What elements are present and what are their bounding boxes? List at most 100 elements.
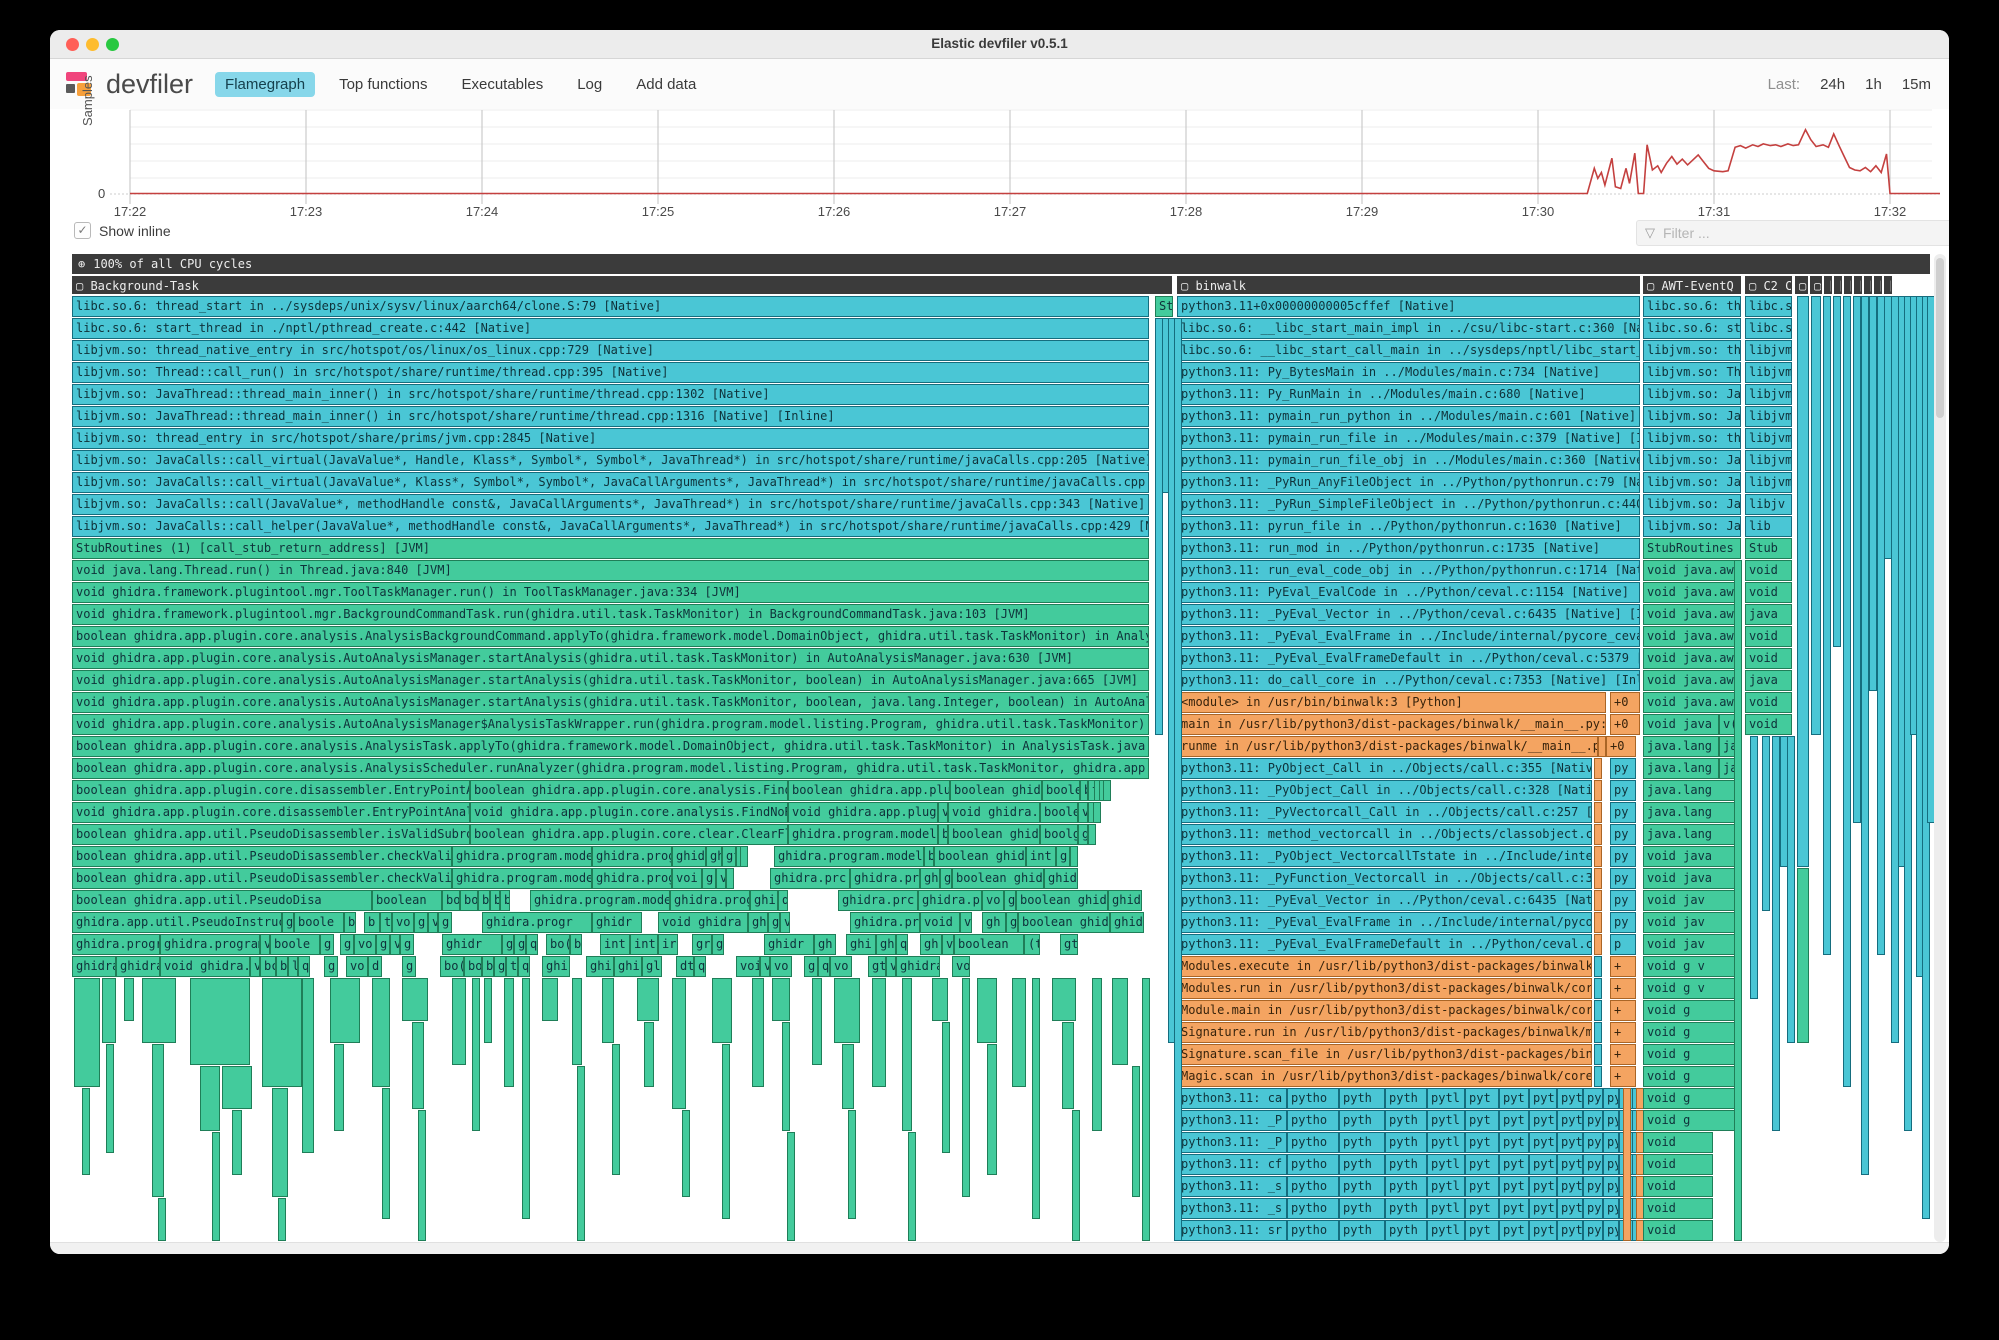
flame-frame[interactable]: pytho [1287, 1110, 1339, 1131]
flame-frame[interactable]: p [1610, 934, 1636, 955]
flame-frame[interactable]: ghi [614, 956, 642, 977]
flame-frame[interactable]: libjvm.so: thread_entry in src/hotspot/s… [72, 428, 1149, 449]
flame-frame[interactable]: libc.so.6: thread_start in ../sysdeps/un… [72, 296, 1149, 317]
flame-frame[interactable] [1843, 296, 1851, 1087]
flame-frame[interactable]: void [1745, 626, 1792, 647]
flame-frame[interactable]: py [1610, 890, 1636, 911]
flame-frame[interactable]: python3.11: run_eval_code_obj in ../Pyth… [1177, 560, 1640, 581]
flame-frame[interactable] [334, 1044, 344, 1131]
flame-frame[interactable]: py [1603, 1154, 1619, 1175]
flame-frame[interactable]: pyt [1529, 1198, 1557, 1219]
flame-frame[interactable]: boolean ghidr [934, 846, 1026, 867]
flame-frame[interactable]: lib [1745, 516, 1792, 537]
flame-frame[interactable] [1797, 868, 1809, 1043]
flame-frame[interactable]: py [1583, 1132, 1603, 1153]
flame-frame[interactable] [412, 1022, 424, 1109]
flame-frame[interactable] [330, 978, 360, 1043]
flame-frame[interactable]: v [942, 934, 954, 955]
flame-frame[interactable]: v [260, 934, 270, 955]
flame-frame[interactable] [472, 978, 480, 1131]
flame-frame[interactable] [418, 1110, 426, 1241]
flame-frame[interactable]: boole [294, 912, 344, 933]
flame-group-header[interactable]: [ [1854, 276, 1862, 294]
flame-frame[interactable] [1861, 296, 1869, 1175]
flame-frame[interactable]: g [324, 956, 338, 977]
flame-frame[interactable]: void [1745, 560, 1792, 581]
flame-frame[interactable] [1088, 824, 1096, 845]
flame-frame[interactable]: void ghidra.app.plugin.core.analysis.Aut… [72, 648, 1149, 669]
flame-frame[interactable] [752, 978, 764, 1087]
flame-frame[interactable]: pyth [1339, 1198, 1385, 1219]
flame-frame[interactable]: q [896, 934, 908, 955]
flame-frame[interactable] [1052, 978, 1076, 1021]
flame-frame[interactable]: ghidra.pr [850, 912, 920, 933]
flame-frame[interactable]: void [1643, 1198, 1713, 1219]
flame-frame[interactable]: void g [1643, 1110, 1741, 1131]
vertical-scrollbar[interactable] [1934, 254, 1946, 1242]
flame-frame[interactable]: void g v [1643, 978, 1741, 999]
flame-frame[interactable]: libjvm. [1745, 340, 1792, 361]
flame-frame[interactable]: ghidra.prog [592, 868, 672, 889]
flame-frame[interactable]: libjv [1745, 494, 1792, 515]
flame-frame[interactable]: gt [868, 956, 886, 977]
flame-frame[interactable]: ir [658, 934, 678, 955]
flame-frame[interactable]: py [1583, 1198, 1603, 1219]
flame-frame[interactable]: void jav [1643, 912, 1741, 933]
flame-frame[interactable] [1811, 296, 1821, 735]
flame-frame[interactable]: ghidr [592, 912, 642, 933]
flame-frame[interactable] [1594, 978, 1602, 999]
flame-frame[interactable]: libc.so.6: __libc_start_main_impl in ../… [1177, 318, 1640, 339]
flame-frame[interactable]: void ghidra.app.plugin.core.analysis.Aut… [72, 670, 1149, 691]
flame-frame[interactable]: pyth [1339, 1088, 1385, 1109]
flame-frame[interactable]: g [282, 912, 294, 933]
flame-frame[interactable]: pyt [1499, 1220, 1529, 1241]
flame-frame[interactable]: java.lang [1643, 736, 1719, 757]
flame-frame[interactable]: g [340, 934, 354, 955]
flame-frame[interactable]: python3.11: pymain_run_file_obj in ../Mo… [1177, 450, 1640, 471]
flame-frame[interactable]: boolean ghidra [950, 780, 1042, 801]
flame-frame[interactable] [190, 978, 250, 1065]
flame-frame[interactable]: v [428, 912, 438, 933]
flame-frame[interactable] [106, 1044, 114, 1153]
flame-frame[interactable]: pyt [1465, 1198, 1499, 1219]
flame-frame[interactable]: g [1056, 846, 1070, 867]
flame-frame[interactable]: pyt [1499, 1132, 1529, 1153]
flame-frame[interactable]: void ghidra.framework.plugintool.mgr.Bac… [72, 604, 1149, 625]
flame-frame[interactable] [542, 978, 558, 1021]
flame-frame[interactable]: int [1026, 846, 1056, 867]
flame-frame[interactable]: void java.awt [1643, 670, 1741, 691]
flame-frame[interactable]: ghidra.prc [838, 890, 918, 911]
flame-frame[interactable]: boolean ghidr [952, 868, 1044, 889]
flame-frame[interactable]: pyt [1557, 1198, 1583, 1219]
range-15m[interactable]: 15m [1902, 76, 1931, 93]
flame-frame[interactable] [158, 1198, 166, 1241]
flame-frame[interactable]: python3.11: _PyRun_AnyFileObject in ../P… [1177, 472, 1640, 493]
flame-frame[interactable] [278, 1198, 286, 1241]
flame-frame[interactable]: vo [770, 956, 792, 977]
flame-frame[interactable] [812, 978, 822, 1065]
flame-frame[interactable]: python3.11: method_vectorcall in ../Obje… [1177, 824, 1592, 845]
flame-frame[interactable]: boolean ghidra.app.util.PseudoDisassembl… [72, 868, 452, 889]
flame-frame[interactable] [1594, 1044, 1602, 1065]
flame-frame[interactable]: pyth [1385, 1176, 1427, 1197]
flame-frame[interactable]: ghidra.prog [670, 890, 750, 911]
flame-frame[interactable]: boolean [954, 934, 1024, 955]
flame-frame[interactable] [402, 978, 428, 1021]
tab-log[interactable]: Log [567, 72, 612, 97]
flame-frame[interactable]: libc.so.6: th [1643, 296, 1741, 317]
flame-frame[interactable]: libjvm.so: thread_native_entry in src/ho… [72, 340, 1149, 361]
flame-frame[interactable]: void g v [1643, 956, 1741, 977]
flame-frame[interactable]: b [276, 956, 288, 977]
flame-frame[interactable]: ghi [846, 934, 876, 955]
flame-frame[interactable]: Modules.run in /usr/lib/python3/dist-pac… [1177, 978, 1592, 999]
flame-frame[interactable]: ghidra.program.model.a [788, 824, 938, 845]
flame-frame[interactable]: g [502, 934, 514, 955]
flame-frame[interactable]: pyth [1339, 1176, 1385, 1197]
flame-frame[interactable]: ghidra.pr [850, 868, 920, 889]
flame-frame[interactable]: q [526, 934, 538, 955]
flame-frame[interactable] [1623, 1088, 1631, 1241]
flame-frame[interactable]: pytl [1427, 1154, 1465, 1175]
flame-frame[interactable]: boolean ghidra.app.plugin.core.disassemb… [72, 780, 470, 801]
flame-frame[interactable]: py [1610, 846, 1636, 867]
flame-frame[interactable]: d [368, 956, 382, 977]
